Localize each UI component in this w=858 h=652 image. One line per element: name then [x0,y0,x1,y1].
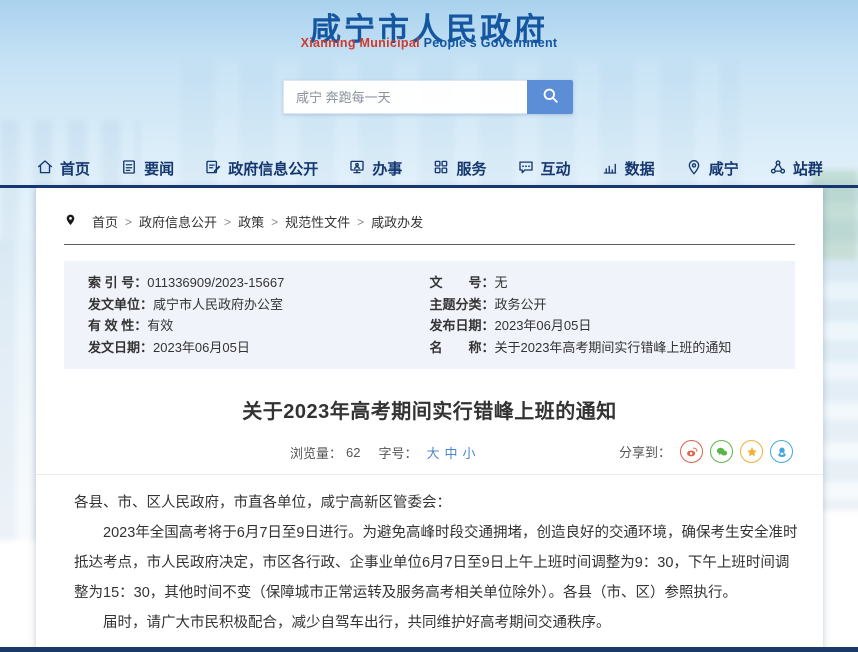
news-icon [120,158,138,180]
nav-item-interact[interactable]: 互动 [517,158,571,180]
search-button[interactable] [527,80,573,114]
article-meta-row: 浏览量： 62 字号： 大中小 分享到： [36,440,823,464]
nav-item-label: 数据 [625,158,655,179]
article-divider [36,474,823,475]
meta-row: 索 引 号：011336909/2023-15667 [88,272,430,294]
nav-item-label: 互动 [541,158,571,179]
breadcrumb-separator: > [125,215,132,229]
grid-icon [432,158,450,180]
home-icon [36,158,54,180]
meta-label: 发布日期： [430,315,495,337]
page: 咸宁市人民政府 Xianning Municipal People’s Gove… [0,0,858,652]
meta-label: 文 号： [430,272,495,294]
meta-column-right: 文 号：无主题分类：政务公开发布日期：2023年06月05日名 称：关于2023… [430,272,772,358]
meta-column-left: 索 引 号：011336909/2023-15667发文单位：咸宁市人民政府办公… [88,272,430,358]
pin-icon [685,158,703,180]
breadcrumb-item[interactable]: 政府信息公开 [139,212,217,231]
document-meta-box: 索 引 号：011336909/2023-15667发文单位：咸宁市人民政府办公… [64,261,795,369]
meta-row: 文 号：无 [430,272,772,294]
main-nav: 首页 要闻 政府信息公开 办事 服务 互动 数据 咸宁 站群 [36,152,823,185]
meta-row: 发文单位：咸宁市人民政府办公室 [88,294,430,316]
weibo-share-icon[interactable] [680,440,703,463]
fontsize-options: 大中小 [422,443,476,462]
nav-item-label: 服务 [456,158,486,179]
article-title: 关于2023年高考期间实行错峰上班的通知 [36,395,823,424]
meta-value: 2023年06月05日 [153,337,250,359]
meta-label: 发文日期： [88,337,153,359]
breadcrumb-separator: > [357,215,364,229]
site-subtitle-red: Xianning Municipal [301,36,420,50]
breadcrumb-separator: > [271,215,278,229]
fontsize-option-中[interactable]: 中 [445,446,458,461]
monitor-icon [348,158,366,180]
meta-label: 名 称： [430,337,495,359]
site-subtitle-blue: People’s Government [420,36,558,50]
meta-row: 主题分类：政务公开 [430,294,772,316]
meta-value: 无 [495,272,508,294]
meta-label: 有 效 性： [88,315,147,337]
nav-item-services[interactable]: 服务 [432,158,486,180]
qq-share-icon[interactable] [770,440,793,463]
breadcrumb-item[interactable]: 咸政办发 [371,212,423,231]
nav-item-sites[interactable]: 站群 [769,158,823,180]
meta-label: 索 引 号： [88,272,147,294]
nav-item-label: 首页 [60,158,90,179]
meta-row: 名 称：关于2023年高考期间实行错峰上班的通知 [430,337,772,359]
fontsize-label: 字号： [378,443,417,462]
views-fontsize-group: 浏览量： 62 字号： 大中小 [290,443,476,462]
share-label: 分享到： [619,442,671,461]
network-icon [769,158,787,180]
breadcrumb-item[interactable]: 政策 [238,212,264,231]
nav-item-disclosure[interactable]: 政府信息公开 [204,158,318,180]
disclosure-icon [204,158,222,180]
meta-label: 发文单位： [88,294,153,316]
nav-item-data[interactable]: 数据 [601,158,655,180]
meta-value: 咸宁市人民政府办公室 [153,294,283,316]
meta-value: 关于2023年高考期间实行错峰上班的通知 [495,337,732,359]
qzone-share-icon[interactable] [740,440,763,463]
nav-item-label: 要闻 [144,158,174,179]
search-input[interactable] [283,80,527,114]
breadcrumb: 首页 > 政府信息公开 > 政策 > 规范性文件 > 咸政办发 [64,212,795,245]
chart-icon [601,158,619,180]
nav-item-label: 办事 [372,158,402,179]
nav-item-label: 咸宁 [709,158,739,179]
views-count: 62 [346,445,360,460]
meta-row: 发布日期：2023年06月05日 [430,315,772,337]
location-pin-icon [64,212,85,231]
meta-value: 011336909/2023-15667 [147,272,284,294]
nav-item-home[interactable]: 首页 [36,158,90,180]
site-subtitle: Xianning Municipal People’s Government [0,36,858,50]
chat-icon [517,158,535,180]
article-paragraph: 届时，请广大市民积极配合，减少自驾车出行，共同维护好高考期间交通秩序。 [74,608,801,638]
breadcrumb-item[interactable]: 首页 [92,212,118,231]
breadcrumb-separator: > [224,215,231,229]
article-paragraph: 各县、市、区人民政府，市直各单位，咸宁高新区管委会： [74,488,801,518]
meta-label: 主题分类： [430,294,495,316]
meta-value: 有效 [147,315,173,337]
article-paragraph: 2023年全国高考将于6月7日至9日进行。为避免高峰时段交通拥堵，创造良好的交通… [74,518,801,608]
search-bar [283,80,573,114]
article-body: 各县、市、区人民政府，市直各单位，咸宁高新区管委会：2023年全国高考将于6月7… [74,488,801,638]
breadcrumb-item[interactable]: 规范性文件 [285,212,350,231]
nav-item-label: 站群 [793,158,823,179]
nav-item-news[interactable]: 要闻 [120,158,174,180]
views-label: 浏览量： [290,443,342,462]
share-group: 分享到： [619,440,793,463]
wechat-share-icon[interactable] [710,440,733,463]
nav-item-xianning[interactable]: 咸宁 [685,158,739,180]
footer-bar [0,647,858,652]
search-icon [541,86,560,108]
meta-value: 2023年06月05日 [495,315,592,337]
meta-row: 有 效 性：有效 [88,315,430,337]
meta-row: 发文日期：2023年06月05日 [88,337,430,359]
fontsize-option-小[interactable]: 小 [463,446,476,461]
meta-value: 政务公开 [495,294,547,316]
fontsize-option-大[interactable]: 大 [427,446,440,461]
nav-item-affairs[interactable]: 办事 [348,158,402,180]
content-card: 首页 > 政府信息公开 > 政策 > 规范性文件 > 咸政办发 索 引 号：011336909/… [36,188,823,652]
nav-item-label: 政府信息公开 [228,158,318,179]
